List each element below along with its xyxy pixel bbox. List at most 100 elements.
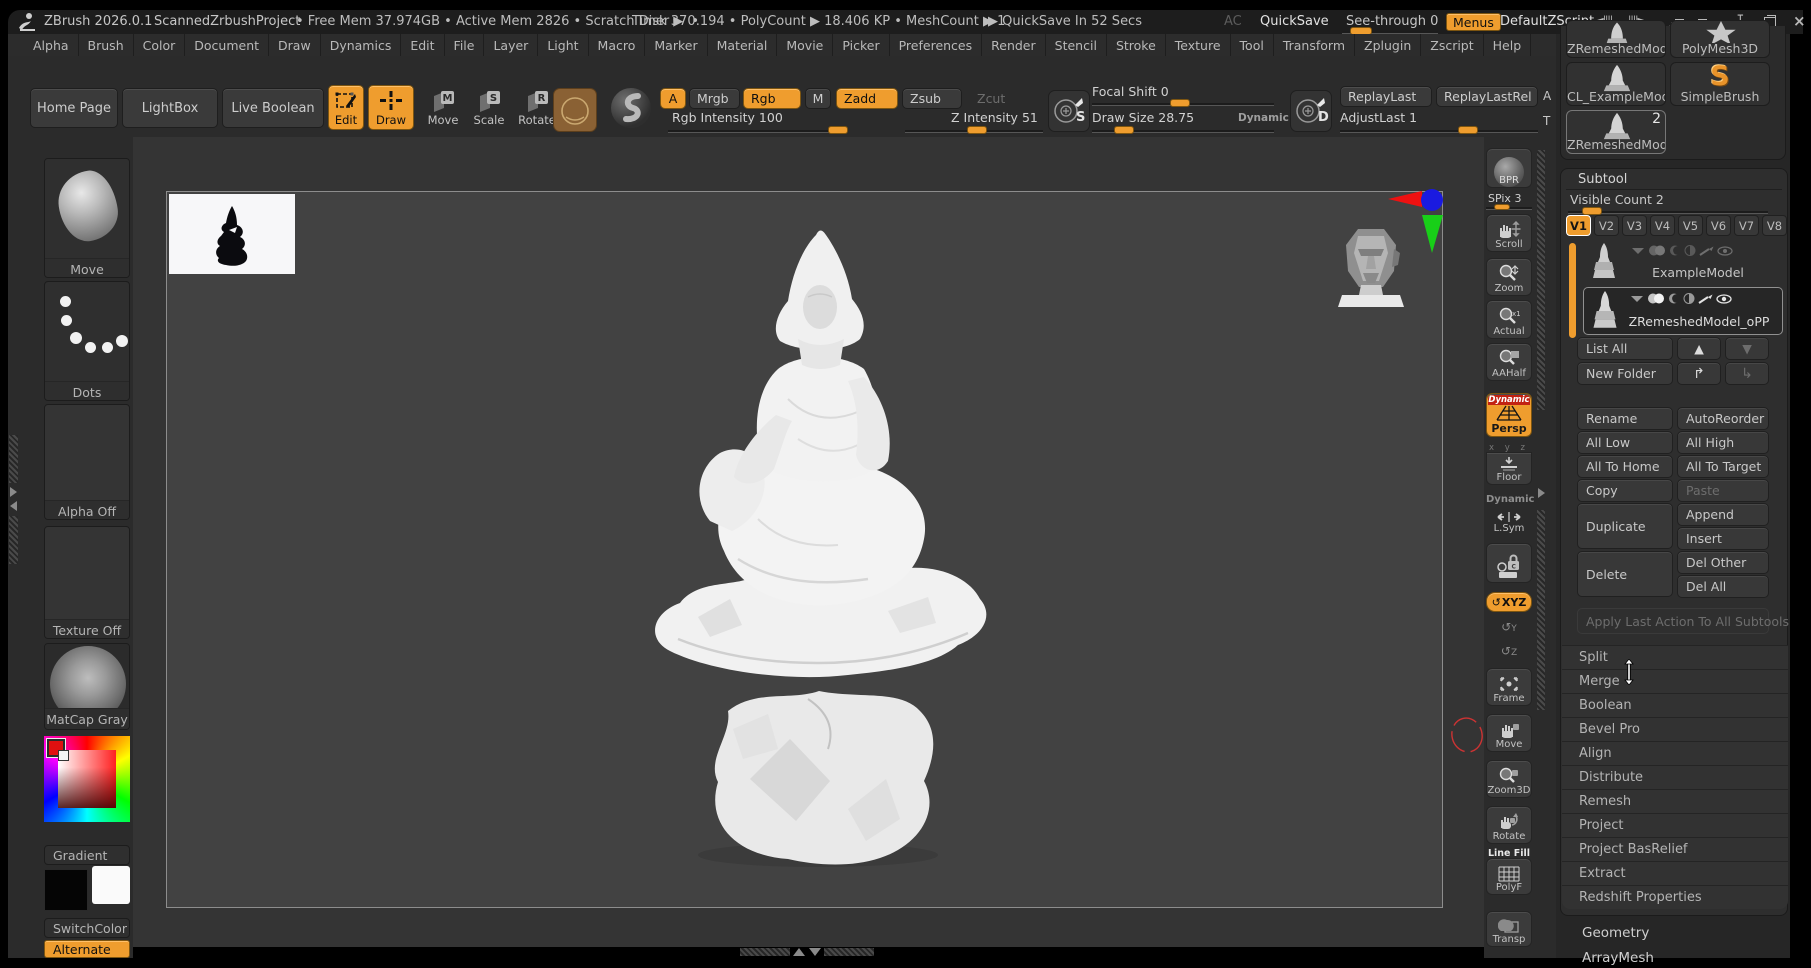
delete-button[interactable]: Delete xyxy=(1577,551,1673,597)
curve-selector[interactable]: D xyxy=(1290,90,1332,132)
zadd-toggle[interactable]: Zadd xyxy=(836,88,898,109)
lsym-button[interactable]: L.Sym xyxy=(1486,506,1532,536)
brush-preview[interactable] xyxy=(553,88,597,132)
actual-button[interactable]: x1 Actual xyxy=(1486,300,1532,339)
local-transform-button[interactable]: C xyxy=(1486,543,1532,583)
menu-edit[interactable]: Edit xyxy=(401,34,444,56)
paste-button[interactable]: Paste xyxy=(1677,479,1769,502)
align-row[interactable]: Align xyxy=(1562,741,1788,765)
menu-alpha[interactable]: Alpha xyxy=(24,34,79,56)
bottom-tray-open-icon[interactable] xyxy=(793,948,805,956)
menu-material[interactable]: Material xyxy=(708,34,778,56)
bottom-tray-scrollbar-right[interactable] xyxy=(824,948,874,956)
menu-stroke[interactable]: Stroke xyxy=(1107,34,1166,56)
subtool-item-zremeshedmodel-opp[interactable]: ZRemeshedModel_oPP xyxy=(1583,287,1783,335)
project-basrelief-row[interactable]: Project BasRelief xyxy=(1562,837,1788,861)
close-button[interactable]: × xyxy=(1793,12,1806,30)
move-canvas-button[interactable]: Move xyxy=(1486,714,1532,752)
new-folder-button[interactable]: New Folder xyxy=(1577,362,1673,385)
boolean-row[interactable]: Boolean xyxy=(1562,693,1788,717)
vtab-v4[interactable]: V4 xyxy=(1650,215,1675,236)
polyf-button[interactable]: PolyF xyxy=(1486,858,1532,895)
rgb-intensity-slider[interactable]: Rgb Intensity 100 xyxy=(668,110,846,134)
vtab-v7[interactable]: V7 xyxy=(1734,215,1759,236)
split-row[interactable]: Split xyxy=(1562,645,1788,669)
bottom-tray-scrollbar-left[interactable] xyxy=(740,948,790,956)
alpha-selector[interactable]: Alpha Off xyxy=(44,404,130,520)
bpr-button[interactable]: BPR xyxy=(1486,148,1532,188)
menu-draw[interactable]: Draw xyxy=(269,34,321,56)
vtab-v3[interactable]: V3 xyxy=(1622,215,1647,236)
menu-document[interactable]: Document xyxy=(185,34,269,56)
material-selector[interactable]: MatCap Gray xyxy=(44,643,130,730)
left-tray-close-icon[interactable] xyxy=(10,501,17,511)
left-tray-scrollbar[interactable] xyxy=(9,435,18,483)
zoom3d-button[interactable]: Zoom3D xyxy=(1486,760,1532,798)
menu-brush[interactable]: Brush xyxy=(79,34,134,56)
menu-marker[interactable]: Marker xyxy=(645,34,707,56)
vtab-v5[interactable]: V5 xyxy=(1678,215,1703,236)
home-page-button[interactable]: Home Page xyxy=(30,88,118,128)
mrgb-toggle[interactable]: Mrgb xyxy=(689,88,740,109)
extract-row[interactable]: Extract xyxy=(1562,861,1788,885)
color-picker[interactable] xyxy=(44,736,130,822)
replay-last-rel-button[interactable]: ReplayLastRel xyxy=(1436,86,1538,107)
switch-color-button[interactable]: SwitchColor xyxy=(44,918,130,938)
color-a-toggle[interactable]: A xyxy=(660,88,686,109)
tool-item-3[interactable]: S SimpleBrush xyxy=(1670,62,1770,106)
edit-button[interactable]: Edit xyxy=(328,85,364,130)
geometry-section-header[interactable]: Geometry xyxy=(1582,925,1649,941)
transp-button[interactable]: Transp xyxy=(1486,911,1532,947)
vtab-v2[interactable]: V2 xyxy=(1594,215,1619,236)
zoom-button[interactable]: Zoom xyxy=(1486,258,1532,296)
project-row[interactable]: Project xyxy=(1562,813,1788,837)
right-tray-open-icon[interactable] xyxy=(1538,488,1545,498)
spix-slider[interactable]: SPix 3 xyxy=(1486,192,1532,210)
m-toggle[interactable]: M xyxy=(805,88,831,109)
floor-button[interactable]: Floor xyxy=(1486,452,1532,485)
subtool-up-button[interactable]: ▲ xyxy=(1677,337,1721,360)
adjust-last-slider[interactable]: AdjustLast 1 xyxy=(1340,110,1538,134)
redshift-properties-row[interactable]: Redshift Properties xyxy=(1562,885,1788,909)
tool-item-4[interactable]: 2 ZRemeshedMod xyxy=(1566,110,1666,154)
insert-button[interactable]: Insert xyxy=(1677,527,1769,550)
zsub-toggle[interactable]: Zsub xyxy=(902,88,962,109)
menu-macro[interactable]: Macro xyxy=(589,34,646,56)
stroke-type-selector[interactable]: Dots xyxy=(44,281,130,401)
bottom-tray-close-icon[interactable] xyxy=(809,948,821,956)
menu-texture[interactable]: Texture xyxy=(1166,34,1231,56)
menu-color[interactable]: Color xyxy=(134,34,186,56)
menu-zplugin[interactable]: Zplugin xyxy=(1355,34,1421,56)
material-preview[interactable] xyxy=(611,88,651,128)
live-boolean-button[interactable]: Live Boolean xyxy=(222,88,324,128)
rotate-y-button[interactable]: ↺Y xyxy=(1486,620,1532,634)
menus-button[interactable]: Menus xyxy=(1446,13,1501,31)
all-to-target-button[interactable]: All To Target xyxy=(1677,455,1769,478)
statue-model[interactable] xyxy=(638,219,1000,871)
tool-item-0[interactable]: ZRemeshedMod xyxy=(1566,20,1666,58)
dynamic-draw-label[interactable]: Dynamic xyxy=(1238,112,1289,124)
list-all-button[interactable]: List All xyxy=(1577,337,1673,360)
menu-light[interactable]: Light xyxy=(538,34,588,56)
stroke-selector[interactable]: S xyxy=(1048,90,1090,132)
lightbox-button[interactable]: LightBox xyxy=(122,88,218,128)
menu-layer[interactable]: Layer xyxy=(484,34,538,56)
canvas-area[interactable] xyxy=(133,137,1484,947)
menu-movie[interactable]: Movie xyxy=(777,34,833,56)
brush-selector[interactable]: Move xyxy=(44,158,130,278)
rotate-gizmo-button[interactable]: R Rotate xyxy=(516,88,558,130)
replay-last-button[interactable]: ReplayLast xyxy=(1340,86,1432,107)
vtab-v1[interactable]: V1 xyxy=(1566,215,1591,236)
see-through-slider[interactable]: See-through 0 xyxy=(1342,11,1438,33)
menu-transform[interactable]: Transform xyxy=(1274,34,1355,56)
texture-selector[interactable]: Texture Off xyxy=(44,526,130,639)
left-tray-scrollbar-lower[interactable] xyxy=(9,516,18,564)
distribute-row[interactable]: Distribute xyxy=(1562,765,1788,789)
tool-item-1[interactable]: PolyMesh3D xyxy=(1670,20,1770,58)
arraymesh-section-header[interactable]: ArrayMesh xyxy=(1582,950,1654,966)
right-tray-scrollbar-lower[interactable] xyxy=(1537,510,1545,710)
duplicate-button[interactable]: Duplicate xyxy=(1577,503,1673,549)
vtab-v6[interactable]: V6 xyxy=(1706,215,1731,236)
menu-tool[interactable]: Tool xyxy=(1231,34,1274,56)
all-low-button[interactable]: All Low xyxy=(1577,431,1673,454)
